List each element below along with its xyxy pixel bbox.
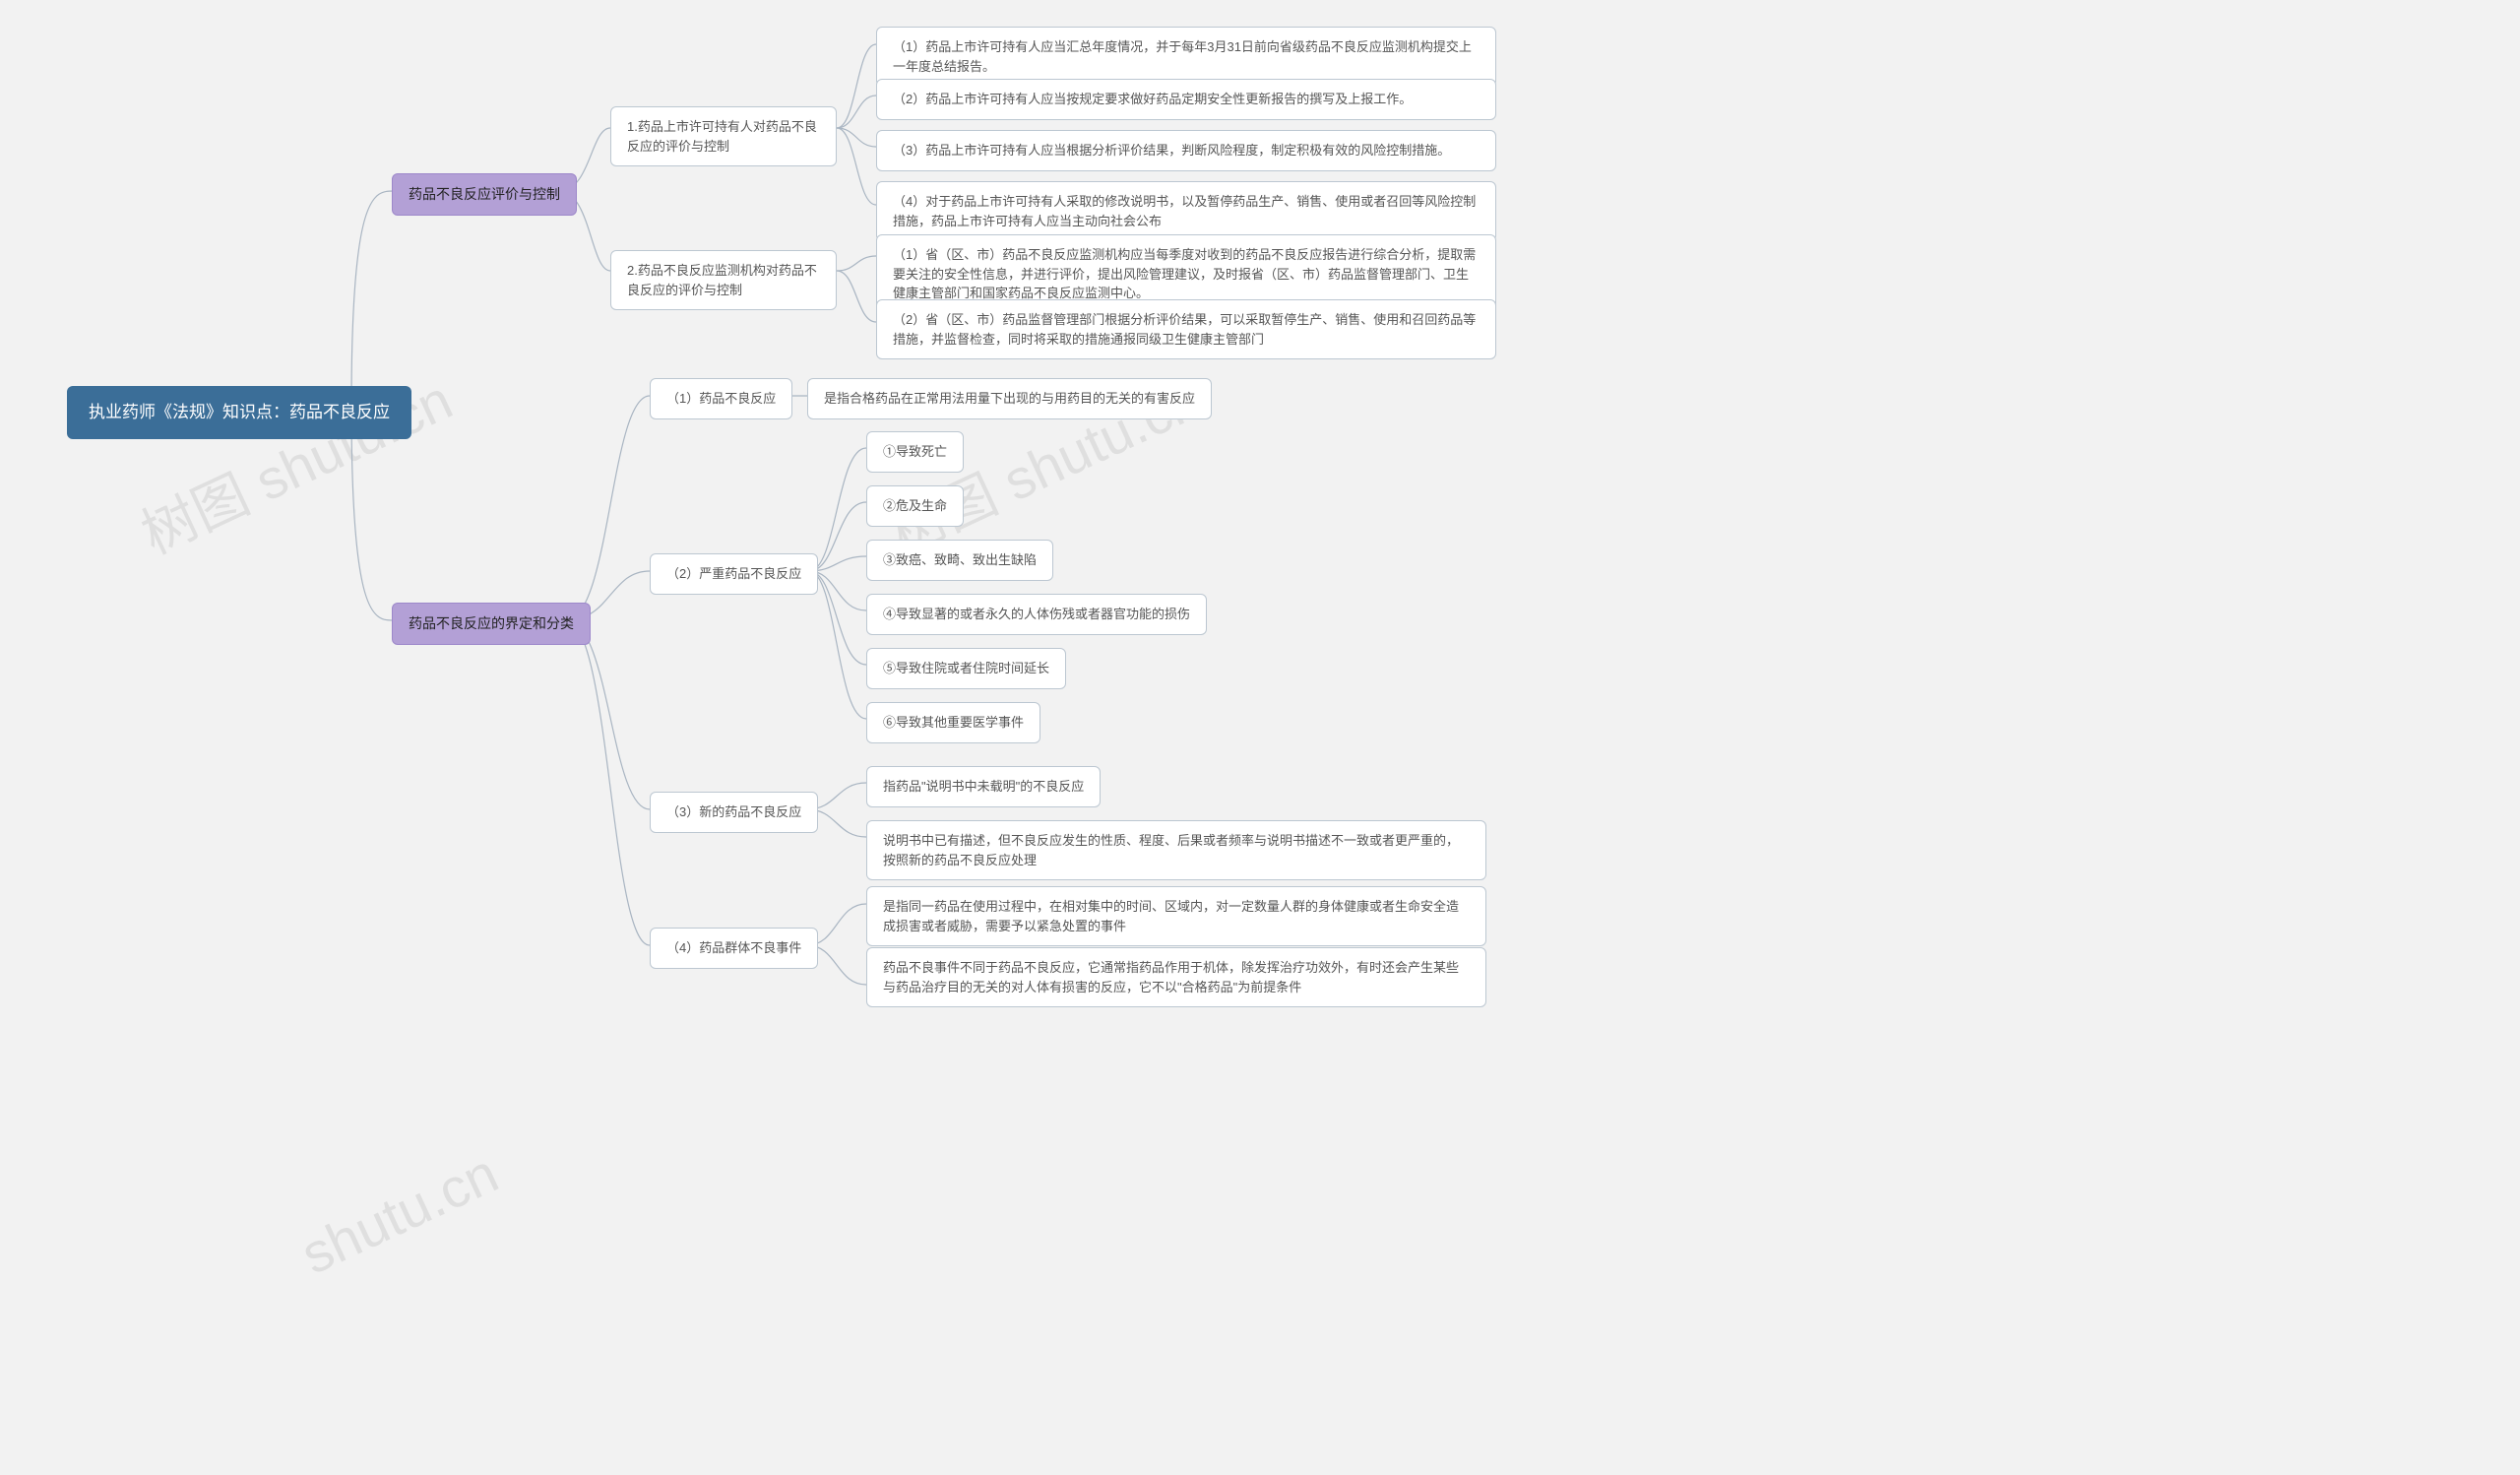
root-node[interactable]: 执业药师《法规》知识点：药品不良反应 [67, 386, 411, 439]
b2-4[interactable]: （4）药品群体不良事件 [650, 928, 818, 969]
b1-1-leaf-1[interactable]: （1）药品上市许可持有人应当汇总年度情况，并于每年3月31日前向省级药品不良反应… [876, 27, 1496, 87]
b2-2-1[interactable]: ①导致死亡 [866, 431, 964, 473]
b2-2-6[interactable]: ⑥导致其他重要医学事件 [866, 702, 1040, 743]
watermark: shutu.cn [291, 1140, 507, 1286]
b2-4-2[interactable]: 药品不良事件不同于药品不良反应，它通常指药品作用于机体，除发挥治疗功效外，有时还… [866, 947, 1486, 1007]
b2-1-desc[interactable]: 是指合格药品在正常用法用量下出现的与用药目的无关的有害反应 [807, 378, 1212, 419]
b2-3-2[interactable]: 说明书中已有描述，但不良反应发生的性质、程度、后果或者频率与说明书描述不一致或者… [866, 820, 1486, 880]
b2-2[interactable]: （2）严重药品不良反应 [650, 553, 818, 595]
b2-4-1[interactable]: 是指同一药品在使用过程中，在相对集中的时间、区域内，对一定数量人群的身体健康或者… [866, 886, 1486, 946]
b1-2-leaf-2[interactable]: （2）省（区、市）药品监督管理部门根据分析评价结果，可以采取暂停生产、销售、使用… [876, 299, 1496, 359]
b2-2-4[interactable]: ④导致显著的或者永久的人体伤残或者器官功能的损伤 [866, 594, 1207, 635]
b1-1-leaf-3[interactable]: （3）药品上市许可持有人应当根据分析评价结果，判断风险程度，制定积极有效的风险控… [876, 130, 1496, 171]
b2-3-1[interactable]: 指药品"说明书中未载明"的不良反应 [866, 766, 1101, 807]
b1-1-holder[interactable]: 1.药品上市许可持有人对药品不良反应的评价与控制 [610, 106, 837, 166]
b2-2-5[interactable]: ⑤导致住院或者住院时间延长 [866, 648, 1066, 689]
b2-2-2[interactable]: ②危及生命 [866, 485, 964, 527]
b2-2-3[interactable]: ③致癌、致畸、致出生缺陷 [866, 540, 1053, 581]
b2-3[interactable]: （3）新的药品不良反应 [650, 792, 818, 833]
b1-2-institution[interactable]: 2.药品不良反应监测机构对药品不良反应的评价与控制 [610, 250, 837, 310]
b1-1-leaf-2[interactable]: （2）药品上市许可持有人应当按规定要求做好药品定期安全性更新报告的撰写及上报工作… [876, 79, 1496, 120]
b2-1[interactable]: （1）药品不良反应 [650, 378, 792, 419]
branch-evaluation-control[interactable]: 药品不良反应评价与控制 [392, 173, 577, 216]
b1-1-leaf-4[interactable]: （4）对于药品上市许可持有人采取的修改说明书，以及暂停药品生产、销售、使用或者召… [876, 181, 1496, 241]
branch-definition-classify[interactable]: 药品不良反应的界定和分类 [392, 603, 591, 645]
